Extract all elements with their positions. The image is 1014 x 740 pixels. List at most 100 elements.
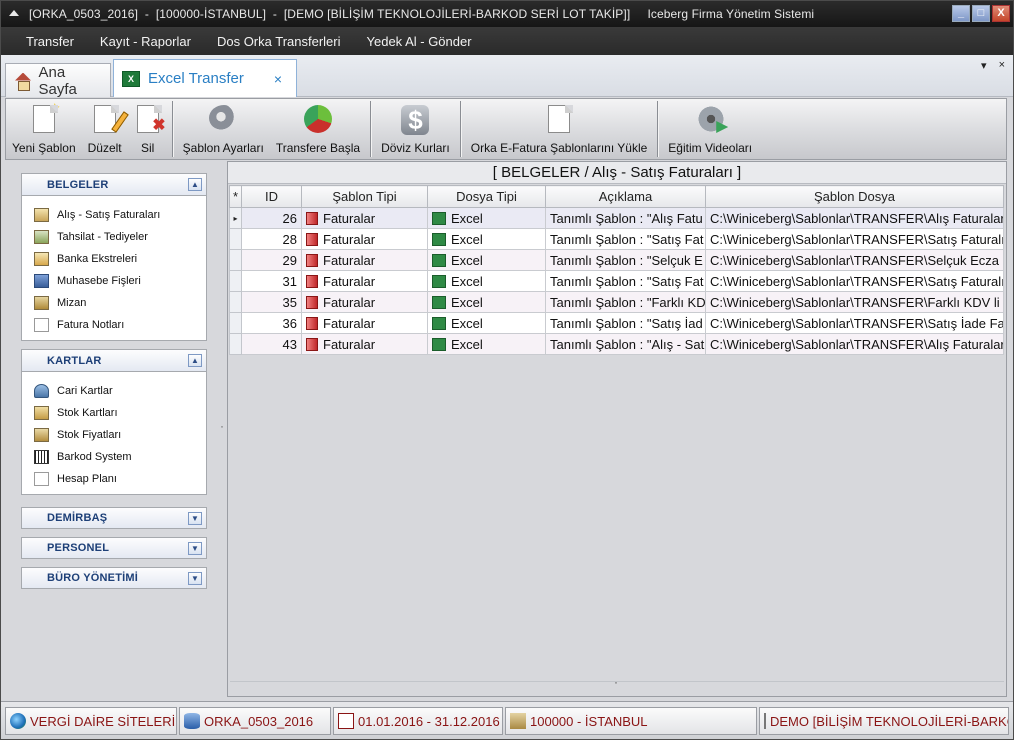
sidebar-item-invoice-notes[interactable]: Fatura Notları [34,314,206,336]
menu-transfer[interactable]: Transfer [13,34,87,49]
cell-template-type[interactable]: Faturalar [301,291,428,313]
new-template-button[interactable]: Yeni Şablon [6,101,82,159]
cell-description[interactable]: Tanımlı Şablon : "Satış İad [545,312,706,334]
cell-file-type[interactable]: Excel [427,249,546,271]
panel-splitter[interactable] [218,161,226,699]
cell-id[interactable]: 28 [241,228,302,250]
document-pen-icon [764,713,766,729]
column-header-description[interactable]: Açıklama [545,185,706,208]
table-row[interactable]: 29 Faturalar Excel Tanımlı Şablon : "Sel… [229,249,1004,271]
cell-file-type[interactable]: Excel [427,228,546,250]
group-header-kartlar[interactable]: KARTLAR ▲ [22,350,206,372]
table-row[interactable]: 36 Faturalar Excel Tanımlı Şablon : "Sat… [229,312,1004,334]
expand-icon[interactable]: ▼ [188,572,202,585]
start-transfer-button[interactable]: Transfere Başla [270,101,366,159]
sidebar-item-purchase-sales-invoices[interactable]: Alış - Satış Faturaları [34,204,206,226]
cell-file-type[interactable]: Excel [427,333,546,355]
group-header-buro-yonetimi[interactable]: BÜRO YÖNETİMİ ▼ [22,568,206,588]
cell-template-file[interactable]: C:\Winiceberg\Sablonlar\TRANSFER\Selçuk … [705,249,1004,271]
cell-id[interactable]: 26 [241,207,302,229]
cell-description[interactable]: Tanımlı Şablon : "Farklı KD [545,291,706,313]
cell-template-type[interactable]: Faturalar [301,228,428,250]
delete-button[interactable]: ✖ Sil [128,101,168,159]
cell-file-type[interactable]: Excel [427,270,546,292]
sidebar-item-label: Banka Ekstreleri [57,253,138,265]
horizontal-scrollbar[interactable] [230,675,1004,689]
maximize-button[interactable]: □ [972,5,990,22]
table-row[interactable]: 43 Faturalar Excel Tanımlı Şablon : "Alı… [229,333,1004,355]
table-row[interactable]: 31 Faturalar Excel Tanımlı Şablon : "Sat… [229,270,1004,292]
sidebar-item-customer-cards[interactable]: Cari Kartlar [34,380,206,402]
cell-id[interactable]: 36 [241,312,302,334]
cell-template-file[interactable]: C:\Winiceberg\Sablonlar\TRANSFER\Alış Fa… [705,207,1004,229]
cell-template-file[interactable]: C:\Winiceberg\Sablonlar\TRANSFER\Satış İ… [705,312,1004,334]
cell-file-type[interactable]: Excel [427,312,546,334]
cell-id[interactable]: 43 [241,333,302,355]
close-tab-icon[interactable]: × [274,71,282,87]
cell-template-file[interactable]: C:\Winiceberg\Sablonlar\TRANSFER\Satış F… [705,228,1004,250]
group-title: KARTLAR [47,354,102,367]
column-header-id[interactable]: ID [241,185,302,208]
tab-excel-transfer[interactable]: X Excel Transfer × [113,59,297,97]
table-row[interactable]: 35 Faturalar Excel Tanımlı Şablon : "Far… [229,291,1004,313]
building-icon [510,713,526,729]
cell-template-type[interactable]: Faturalar [301,333,428,355]
cell-id[interactable]: 35 [241,291,302,313]
sidebar-item-trial-balance[interactable]: Mizan [34,292,206,314]
cell-template-file[interactable]: C:\Winiceberg\Sablonlar\TRANSFER\Satış F… [705,270,1004,292]
cell-file-type[interactable]: Excel [427,207,546,229]
cell-description[interactable]: Tanımlı Şablon : "Alış Fatu [545,207,706,229]
stock-icon [34,406,49,420]
group-header-personel[interactable]: PERSONEL ▼ [22,538,206,558]
sidebar-item-label: Stok Fiyatları [57,429,122,441]
minimize-button[interactable]: _ [952,5,970,22]
cell-id[interactable]: 29 [241,249,302,271]
menu-records-reports[interactable]: Kayıt - Raporlar [87,34,204,49]
cell-template-file[interactable]: C:\Winiceberg\Sablonlar\TRANSFER\Alış Fa… [705,333,1004,355]
collapse-icon[interactable]: ▲ [188,178,202,191]
column-header-template-type[interactable]: Şablon Tipi [301,185,428,208]
group-header-belgeler[interactable]: BELGELER ▲ [22,174,206,196]
cell-description[interactable]: Tanımlı Şablon : "Satış Fat [545,228,706,250]
tab-list-dropdown-icon[interactable]: ▾ [981,59,987,72]
edit-button[interactable]: Düzelt [82,101,129,159]
cell-template-type[interactable]: Faturalar [301,312,428,334]
training-videos-button[interactable]: Eğitim Videoları [662,101,758,159]
sidebar-item-barcode-system[interactable]: Barkod System [34,446,206,468]
cell-description[interactable]: Tanımlı Şablon : "Satış Fat [545,270,706,292]
table-row[interactable]: ▸ 26 Faturalar Excel Tanımlı Şablon : "A… [229,207,1004,229]
expand-icon[interactable]: ▼ [188,512,202,525]
status-tax-offices[interactable]: VERGİ DAİRE SİTELERİ [5,707,177,735]
currency-rates-button[interactable]: $ Döviz Kurları [375,101,456,159]
sidebar-item-stock-prices[interactable]: Stok Fiyatları [34,424,206,446]
tab-home[interactable]: Ana Sayfa [5,63,111,98]
cell-file-type[interactable]: Excel [427,291,546,313]
cell-description[interactable]: Tanımlı Şablon : "Selçuk E [545,249,706,271]
toolbar: Yeni Şablon Düzelt ✖ Sil Şablon Ayarları… [5,98,1007,160]
sidebar-item-stock-cards[interactable]: Stok Kartları [34,402,206,424]
menu-dos-orka-transfers[interactable]: Dos Orka Transferleri [204,34,354,49]
load-efatura-templates-button[interactable]: Orka E-Fatura Şablonlarını Yükle [465,101,654,159]
sidebar-item-collections-payments[interactable]: Tahsilat - Tediyeler [34,226,206,248]
cell-description[interactable]: Tanımlı Şablon : "Alış - Sat [545,333,706,355]
collapse-icon[interactable]: ▲ [188,354,202,367]
menu-backup-send[interactable]: Yedek Al - Gönder [354,34,485,49]
table-row[interactable]: 28 Faturalar Excel Tanımlı Şablon : "Sat… [229,228,1004,250]
home-icon [14,73,31,91]
cell-template-type[interactable]: Faturalar [301,207,428,229]
close-window-button[interactable]: X [992,5,1010,22]
column-header-file-type[interactable]: Dosya Tipi [427,185,546,208]
cell-template-file[interactable]: C:\Winiceberg\Sablonlar\TRANSFER\Farklı … [705,291,1004,313]
database-icon [184,713,200,729]
template-settings-button[interactable]: Şablon Ayarları [177,101,270,159]
cell-id[interactable]: 31 [241,270,302,292]
cell-template-type[interactable]: Faturalar [301,270,428,292]
sidebar-item-chart-of-accounts[interactable]: Hesap Planı [34,468,206,490]
cell-template-type[interactable]: Faturalar [301,249,428,271]
column-header-template-file[interactable]: Şablon Dosya [705,185,1004,208]
sidebar-item-accounting-vouchers[interactable]: Muhasebe Fişleri [34,270,206,292]
expand-icon[interactable]: ▼ [188,542,202,555]
sidebar-item-bank-statements[interactable]: Banka Ekstreleri [34,248,206,270]
group-header-demirbas[interactable]: DEMİRBAŞ ▼ [22,508,206,528]
close-all-tabs-icon[interactable]: × [999,59,1005,72]
